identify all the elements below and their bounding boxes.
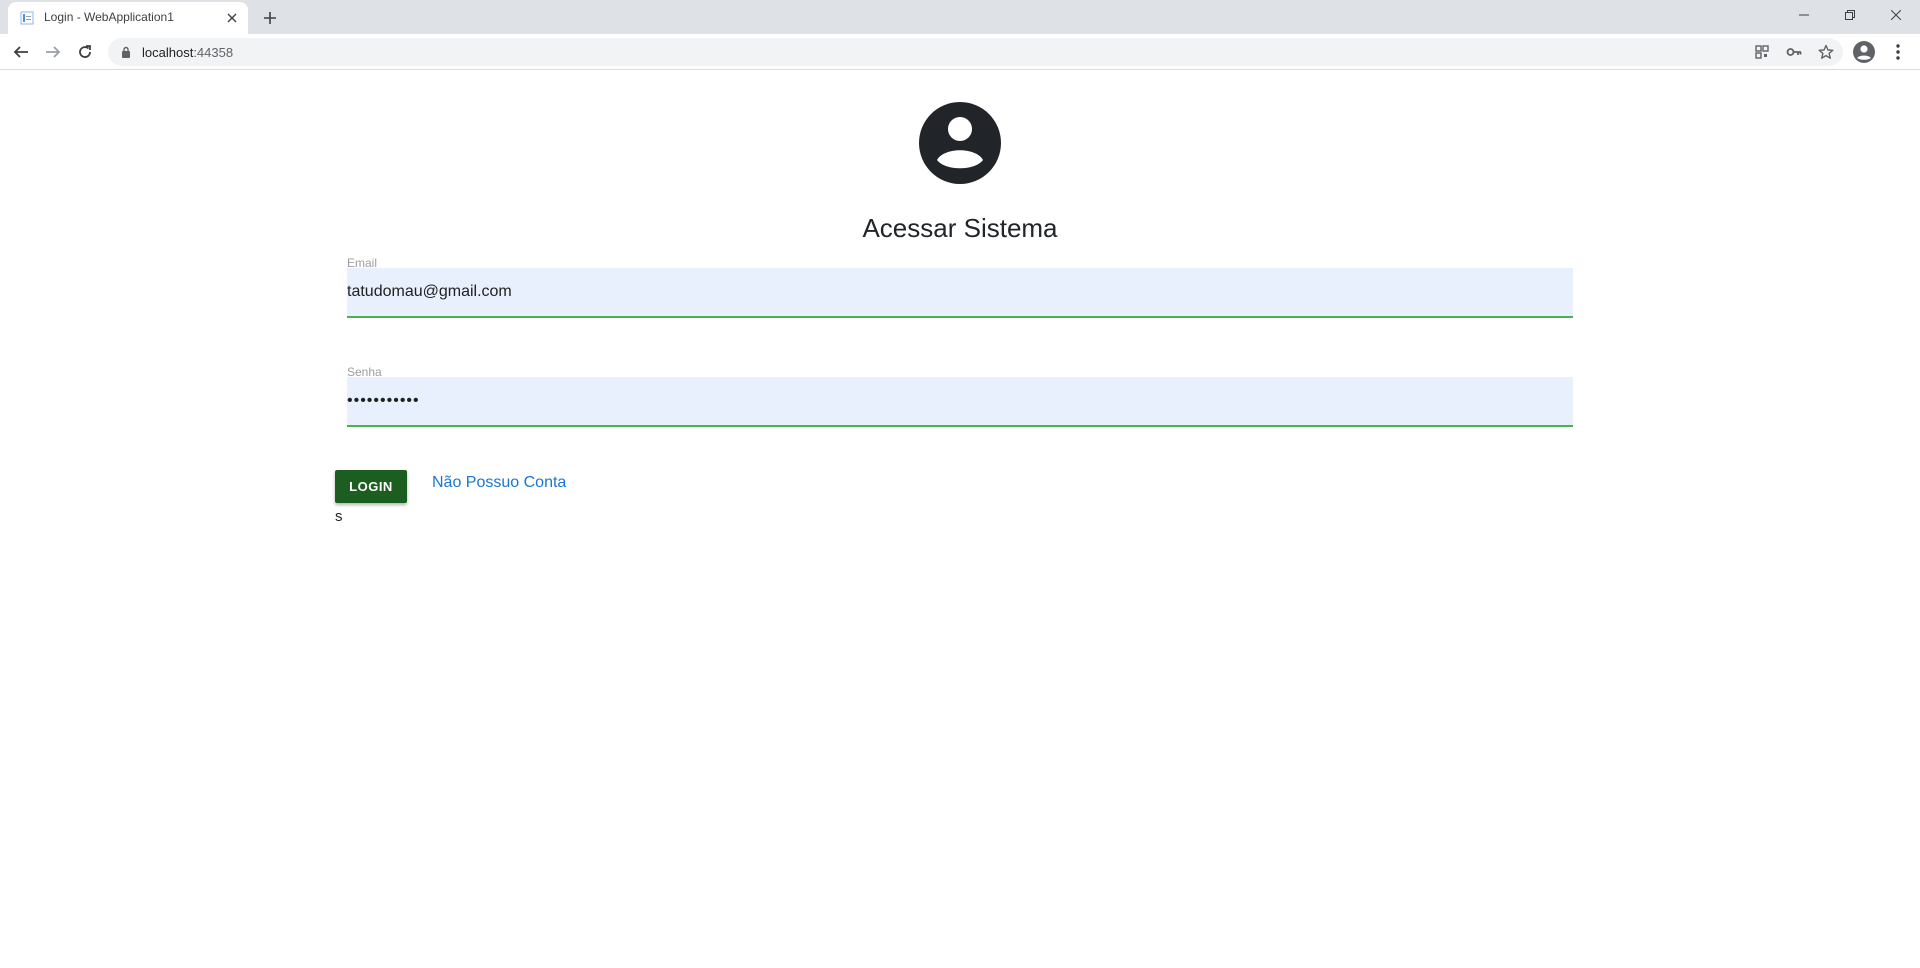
back-arrow-icon[interactable] xyxy=(8,39,34,65)
email-field[interactable] xyxy=(347,268,1573,318)
page-icon xyxy=(20,11,34,25)
account-circle-icon xyxy=(919,102,1001,184)
browser-tab[interactable]: Login - WebApplication1 xyxy=(8,2,248,34)
key-icon[interactable] xyxy=(1784,42,1804,62)
password-field[interactable] xyxy=(347,377,1573,427)
new-tab-icon[interactable] xyxy=(258,6,282,30)
close-window-icon[interactable] xyxy=(1873,0,1919,30)
restore-icon[interactable] xyxy=(1827,0,1873,30)
tab-title: Login - WebApplication1 xyxy=(44,10,174,24)
login-button[interactable]: LOGIN xyxy=(335,470,407,503)
browser-toolbar: localhost:44358 xyxy=(0,34,1920,70)
stray-text: s xyxy=(335,508,343,525)
reload-icon[interactable] xyxy=(72,39,98,65)
page-title: Acessar Sistema xyxy=(862,213,1058,243)
lock-icon[interactable] xyxy=(120,46,132,58)
forward-arrow-icon[interactable] xyxy=(40,39,66,65)
address-bar[interactable]: localhost:44358 xyxy=(108,38,1843,66)
no-account-link[interactable]: Não Possuo Conta xyxy=(432,474,566,492)
url-port: :44358 xyxy=(193,45,234,60)
profile-avatar-icon[interactable] xyxy=(1852,40,1876,64)
more-menu-icon[interactable] xyxy=(1888,40,1908,64)
qr-code-icon[interactable] xyxy=(1752,42,1772,62)
url-host: localhost xyxy=(142,45,194,60)
url-text: localhost:44358 xyxy=(142,45,233,60)
close-tab-icon[interactable] xyxy=(222,8,242,28)
minimize-icon[interactable] xyxy=(1781,0,1827,30)
browser-tab-bar: Login - WebApplication1 xyxy=(0,0,1920,34)
bookmark-star-icon[interactable] xyxy=(1816,42,1836,62)
